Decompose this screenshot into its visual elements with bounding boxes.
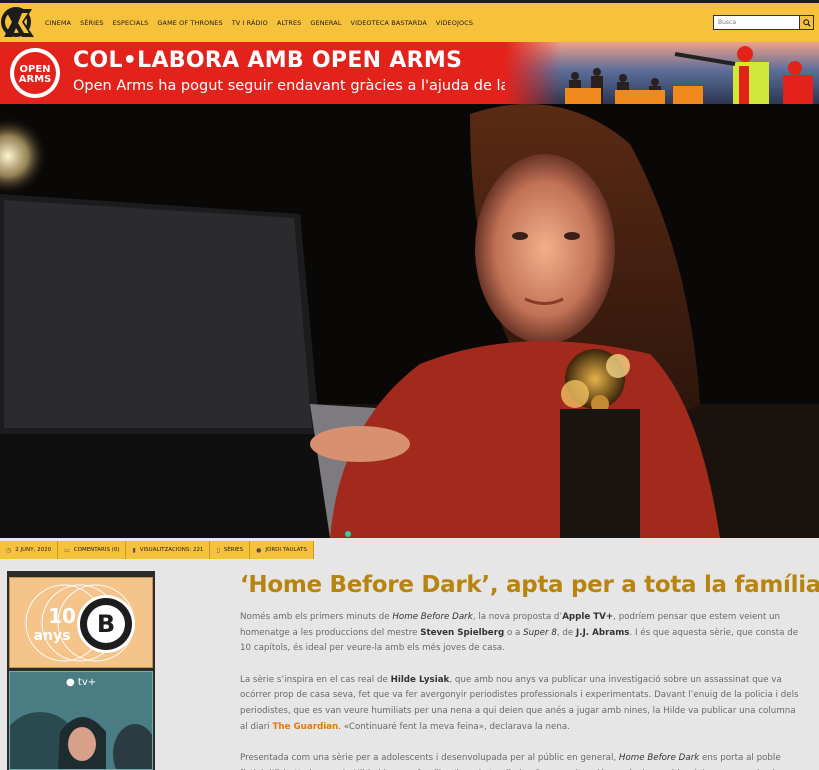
apple-tv-text: tv+ <box>77 677 97 688</box>
meta-date-text: 2 JUNY, 2020 <box>15 547 52 553</box>
apple-tv-label: ● tv+ <box>66 677 96 688</box>
search-button[interactable] <box>799 16 813 29</box>
clock-icon: ◷ <box>6 546 12 554</box>
search-icon <box>802 18 811 27</box>
hero-image <box>0 104 819 538</box>
user-icon: ● <box>256 546 262 554</box>
article: ‘Home Before Dark’, apta per a tota la f… <box>240 572 819 770</box>
search-box <box>713 15 814 30</box>
ad-word: anys <box>34 628 71 644</box>
nav-game-of-thrones[interactable]: GAME OF THRONES <box>157 19 222 27</box>
apple-tv-ad[interactable]: ● tv+ <box>9 671 153 770</box>
document-icon: ▯ <box>216 546 220 554</box>
paragraph-1: Només amb els primers minuts de Home Bef… <box>240 612 799 654</box>
meta-comments-text: COMENTARIS (0) <box>73 547 120 553</box>
nav-general[interactable]: GENERAL <box>310 19 341 27</box>
banner-title: COL•LABORA AMB OPEN ARMS <box>73 48 463 73</box>
top-navigation-bar: CINEMA SÈRIES ESPECIALS GAME OF THRONES … <box>0 0 819 42</box>
site-logo-icon[interactable] <box>0 3 38 42</box>
meta-category-text: SÈRIES <box>223 547 244 553</box>
article-title: ‘Home Before Dark’, apta per a tota la f… <box>240 572 819 598</box>
open-arms-banner[interactable]: OPEN ARMS COL•LABORA AMB OPEN ARMS Open … <box>0 42 819 104</box>
nav-cinema[interactable]: CINEMA <box>45 19 71 27</box>
meta-category[interactable]: ▯ SÈRIES <box>210 541 251 559</box>
nav-videojocs[interactable]: VIDEOJOCS <box>436 19 473 27</box>
paragraph-2: La sèrie s’inspira en el cas real de Hil… <box>240 674 799 732</box>
meta-views: ▮ VISUALITZACIONS: 221 <box>126 541 211 559</box>
open-arms-logo: OPEN ARMS <box>10 48 60 98</box>
ad-badge: B <box>97 610 115 638</box>
meta-views-text: VISUALITZACIONS: 221 <box>139 547 204 553</box>
ad-number: 10 <box>48 604 76 628</box>
nav-especials[interactable]: ESPECIALS <box>113 19 149 27</box>
nav-series[interactable]: SÈRIES <box>80 19 104 27</box>
ten-years-graphic: 10 anys B <box>25 584 135 662</box>
meta-comments[interactable]: ▭ COMENTARIS (0) <box>58 541 127 559</box>
paragraph-3: Presentada com una sèrie per a adolescen… <box>240 753 789 770</box>
apple-icon: ● <box>66 677 75 688</box>
meta-author-text: JORDI TAULATS <box>265 547 307 553</box>
open-arms-logo-bottom: ARMS <box>19 74 52 85</box>
post-meta-bar: ◷ 2 JUNY, 2020 ▭ COMENTARIS (0) ▮ VISUAL… <box>0 541 314 559</box>
search-input[interactable] <box>718 17 798 28</box>
nav-tv-radio[interactable]: TV I RÀDIO <box>232 19 268 27</box>
nav-videoteca-bastarda[interactable]: VIDEOTECA BASTARDA <box>351 19 427 27</box>
nav-altres[interactable]: ALTRES <box>277 19 302 27</box>
rescue-photo <box>505 42 819 104</box>
meta-date: ◷ 2 JUNY, 2020 <box>0 541 59 559</box>
bar-chart-icon: ▮ <box>132 546 136 554</box>
ten-years-ad[interactable]: 10 anys B <box>9 577 153 668</box>
main-menu: CINEMA SÈRIES ESPECIALS GAME OF THRONES … <box>45 3 482 42</box>
comment-icon: ▭ <box>64 546 70 554</box>
the-guardian-link[interactable]: The Guardian <box>273 722 339 732</box>
meta-author[interactable]: ● JORDI TAULATS <box>250 541 314 559</box>
sidebar: 10 anys B ● tv+ <box>7 571 155 770</box>
